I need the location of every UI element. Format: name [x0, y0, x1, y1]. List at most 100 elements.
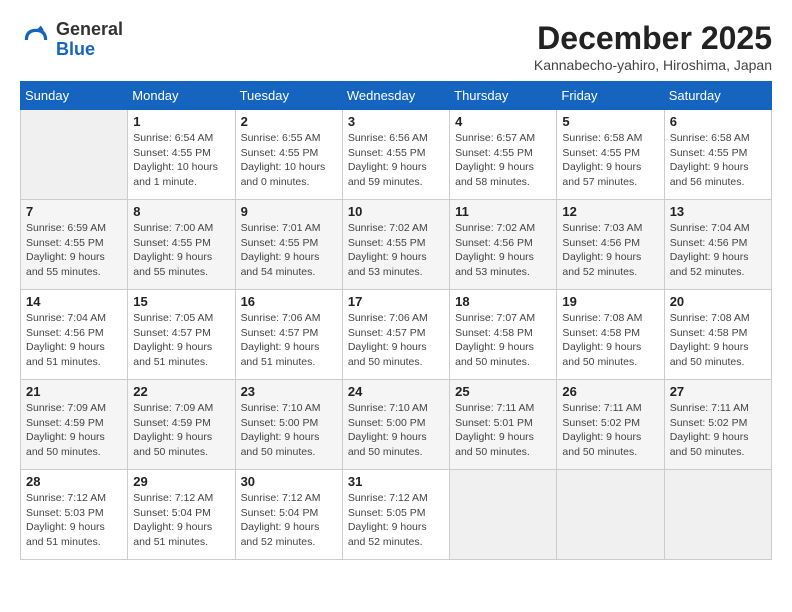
day-number: 23 — [241, 384, 337, 399]
day-cell: 16Sunrise: 7:06 AMSunset: 4:57 PMDayligh… — [235, 290, 342, 380]
day-number: 26 — [562, 384, 658, 399]
day-cell: 30 Sunrise: 7:12 AMSunset: 5:04 PMDayligh… — [235, 470, 342, 560]
day-cell: 12Sunrise: 7:03 AMSunset: 4:56 PMDayligh… — [557, 200, 664, 290]
day-number: 25 — [455, 384, 551, 399]
day-cell: 18 Sunrise: 7:07 AMSunset: 4:58 PMDayligh… — [450, 290, 557, 380]
day-cell: 20 Sunrise: 7:08 AMSunset: 4:58 PMDayligh… — [664, 290, 771, 380]
day-info: Sunrise: 6:54 AMSunset: 4:55 PMDaylight:… — [133, 131, 229, 190]
day-number: 27 — [670, 384, 766, 399]
day-cell: 13 Sunrise: 7:04 AMSunset: 4:56 PMDayligh… — [664, 200, 771, 290]
day-info: Sunrise: 7:10 AMSunset: 5:00 PMDaylight:… — [241, 401, 337, 460]
day-info: Sunrise: 7:09 AMSunset: 4:59 PMDaylight:… — [26, 401, 122, 460]
day-info: Sunrise: 7:08 AMSunset: 4:58 PMDaylight:… — [562, 311, 658, 370]
day-info: Sunrise: 7:11 AMSunset: 5:01 PMDaylight:… — [455, 401, 551, 460]
day-cell: 23 Sunrise: 7:10 AMSunset: 5:00 PMDayligh… — [235, 380, 342, 470]
weekday-header-tuesday: Tuesday — [235, 82, 342, 110]
day-cell: 24Sunrise: 7:10 AMSunset: 5:00 PMDayligh… — [342, 380, 449, 470]
day-info: Sunrise: 7:04 AMSunset: 4:56 PMDaylight:… — [670, 221, 766, 280]
day-info: Sunrise: 7:12 AMSunset: 5:05 PMDaylight:… — [348, 491, 444, 550]
day-number: 21 — [26, 384, 122, 399]
weekday-header-monday: Monday — [128, 82, 235, 110]
day-number: 8 — [133, 204, 229, 219]
day-number: 9 — [241, 204, 337, 219]
weekday-header-row: SundayMondayTuesdayWednesdayThursdayFrid… — [21, 82, 772, 110]
day-cell — [557, 470, 664, 560]
day-cell: 31 Sunrise: 7:12 AMSunset: 5:05 PMDayligh… — [342, 470, 449, 560]
day-number: 22 — [133, 384, 229, 399]
day-info: Sunrise: 6:57 AMSunset: 4:55 PMDaylight:… — [455, 131, 551, 190]
day-number: 29 — [133, 474, 229, 489]
day-info: Sunrise: 6:59 AMSunset: 4:55 PMDaylight:… — [26, 221, 122, 280]
weekday-header-saturday: Saturday — [664, 82, 771, 110]
day-cell: 6 Sunrise: 6:58 AMSunset: 4:55 PMDaylight… — [664, 110, 771, 200]
day-number: 30 — [241, 474, 337, 489]
week-row-4: 21 Sunrise: 7:09 AMSunset: 4:59 PMDayligh… — [21, 380, 772, 470]
logo-text: General Blue — [56, 20, 123, 60]
day-info: Sunrise: 7:12 AMSunset: 5:03 PMDaylight:… — [26, 491, 122, 550]
day-cell: 26Sunrise: 7:11 AMSunset: 5:02 PMDayligh… — [557, 380, 664, 470]
logo-blue: Blue — [56, 39, 95, 59]
day-cell: 3Sunrise: 6:56 AMSunset: 4:55 PMDaylight… — [342, 110, 449, 200]
day-cell: 21 Sunrise: 7:09 AMSunset: 4:59 PMDayligh… — [21, 380, 128, 470]
day-number: 1 — [133, 114, 229, 129]
month-title: December 2025 — [534, 20, 772, 57]
week-row-3: 14Sunrise: 7:04 AMSunset: 4:56 PMDayligh… — [21, 290, 772, 380]
day-cell: 28 Sunrise: 7:12 AMSunset: 5:03 PMDayligh… — [21, 470, 128, 560]
location-subtitle: Kannabecho-yahiro, Hiroshima, Japan — [534, 57, 772, 73]
day-cell: 22Sunrise: 7:09 AMSunset: 4:59 PMDayligh… — [128, 380, 235, 470]
day-cell: 5Sunrise: 6:58 AMSunset: 4:55 PMDaylight… — [557, 110, 664, 200]
day-number: 17 — [348, 294, 444, 309]
day-cell: 14Sunrise: 7:04 AMSunset: 4:56 PMDayligh… — [21, 290, 128, 380]
day-info: Sunrise: 7:06 AMSunset: 4:57 PMDaylight:… — [348, 311, 444, 370]
calendar-table: SundayMondayTuesdayWednesdayThursdayFrid… — [20, 81, 772, 560]
day-number: 4 — [455, 114, 551, 129]
day-number: 13 — [670, 204, 766, 219]
day-cell: 17 Sunrise: 7:06 AMSunset: 4:57 PMDayligh… — [342, 290, 449, 380]
day-cell: 19 Sunrise: 7:08 AMSunset: 4:58 PMDayligh… — [557, 290, 664, 380]
day-info: Sunrise: 7:01 AMSunset: 4:55 PMDaylight:… — [241, 221, 337, 280]
day-cell — [450, 470, 557, 560]
day-cell: 10 Sunrise: 7:02 AMSunset: 4:55 PMDayligh… — [342, 200, 449, 290]
day-cell: 2Sunrise: 6:55 AMSunset: 4:55 PMDaylight… — [235, 110, 342, 200]
day-cell: 25 Sunrise: 7:11 AMSunset: 5:01 PMDayligh… — [450, 380, 557, 470]
weekday-header-friday: Friday — [557, 82, 664, 110]
day-info: Sunrise: 7:12 AMSunset: 5:04 PMDaylight:… — [241, 491, 337, 550]
day-number: 28 — [26, 474, 122, 489]
day-info: Sunrise: 7:11 AMSunset: 5:02 PMDaylight:… — [670, 401, 766, 460]
weekday-header-wednesday: Wednesday — [342, 82, 449, 110]
day-number: 6 — [670, 114, 766, 129]
day-cell: 29Sunrise: 7:12 AMSunset: 5:04 PMDayligh… — [128, 470, 235, 560]
day-number: 7 — [26, 204, 122, 219]
day-info: Sunrise: 6:58 AMSunset: 4:55 PMDaylight:… — [670, 131, 766, 190]
day-info: Sunrise: 7:00 AMSunset: 4:55 PMDaylight:… — [133, 221, 229, 280]
day-info: Sunrise: 7:10 AMSunset: 5:00 PMDaylight:… — [348, 401, 444, 460]
weekday-header-thursday: Thursday — [450, 82, 557, 110]
day-number: 18 — [455, 294, 551, 309]
logo-general: General — [56, 19, 123, 39]
day-number: 10 — [348, 204, 444, 219]
day-number: 3 — [348, 114, 444, 129]
day-cell — [664, 470, 771, 560]
day-cell — [21, 110, 128, 200]
day-cell: 27 Sunrise: 7:11 AMSunset: 5:02 PMDayligh… — [664, 380, 771, 470]
day-number: 14 — [26, 294, 122, 309]
day-info: Sunrise: 7:07 AMSunset: 4:58 PMDaylight:… — [455, 311, 551, 370]
weekday-header-sunday: Sunday — [21, 82, 128, 110]
day-info: Sunrise: 7:05 AMSunset: 4:57 PMDaylight:… — [133, 311, 229, 370]
day-info: Sunrise: 7:08 AMSunset: 4:58 PMDaylight:… — [670, 311, 766, 370]
day-info: Sunrise: 7:02 AMSunset: 4:55 PMDaylight:… — [348, 221, 444, 280]
day-cell: 15Sunrise: 7:05 AMSunset: 4:57 PMDayligh… — [128, 290, 235, 380]
title-block: December 2025 Kannabecho-yahiro, Hiroshi… — [534, 20, 772, 73]
day-number: 2 — [241, 114, 337, 129]
day-info: Sunrise: 7:02 AMSunset: 4:56 PMDaylight:… — [455, 221, 551, 280]
day-number: 16 — [241, 294, 337, 309]
day-number: 11 — [455, 204, 551, 219]
logo-icon — [20, 24, 52, 56]
day-number: 31 — [348, 474, 444, 489]
day-cell: 1 Sunrise: 6:54 AMSunset: 4:55 PMDaylight… — [128, 110, 235, 200]
day-cell: 11 Sunrise: 7:02 AMSunset: 4:56 PMDayligh… — [450, 200, 557, 290]
day-number: 19 — [562, 294, 658, 309]
day-number: 20 — [670, 294, 766, 309]
logo: General Blue — [20, 20, 123, 60]
page-header: General Blue December 2025 Kannabecho-ya… — [20, 20, 772, 73]
